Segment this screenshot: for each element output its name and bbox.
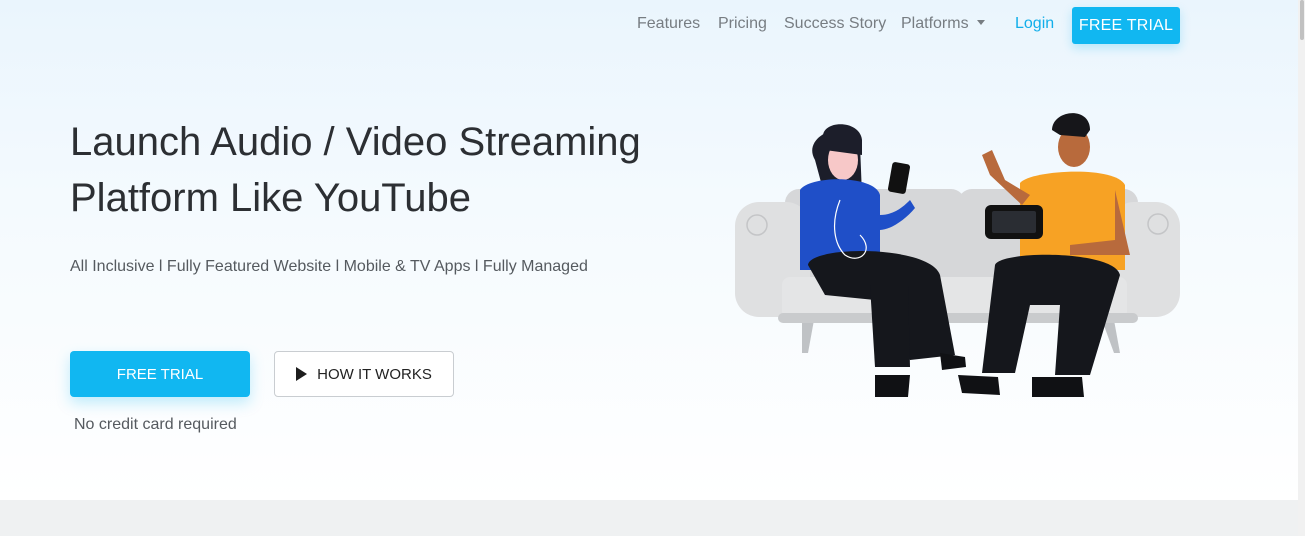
play-icon — [296, 367, 308, 381]
nav-pricing-link[interactable]: Pricing — [718, 14, 767, 34]
how-it-works-button[interactable]: HOW IT WORKS — [274, 351, 454, 397]
headline-line-1: Launch Audio / Video Streaming — [70, 120, 641, 164]
page-scrollbar-thumb[interactable] — [1300, 0, 1304, 40]
couch-illustration — [735, 113, 1180, 397]
nav-login-link[interactable]: Login — [1015, 14, 1054, 34]
how-it-works-label: HOW IT WORKS — [317, 365, 432, 383]
page-headline: Launch Audio / Video Streaming Platform … — [70, 114, 710, 226]
top-navigation: Features Pricing Success Story Platforms… — [0, 0, 1298, 50]
page-scrollbar-track[interactable] — [1298, 0, 1305, 536]
nav-features-link[interactable]: Features — [637, 14, 700, 34]
headline-line-2: Platform Like YouTube — [70, 176, 471, 220]
sofa-leg — [802, 320, 814, 353]
hero-section: Features Pricing Success Story Platforms… — [0, 0, 1298, 500]
nav-success-story-link[interactable]: Success Story — [784, 14, 886, 34]
page-bottom-band — [0, 500, 1298, 536]
feature-subline: All Inclusive l Fully Featured Website l… — [70, 258, 588, 275]
nav-free-trial-button[interactable]: FREE TRIAL — [1072, 7, 1180, 44]
no-credit-card-note: No credit card required — [74, 416, 237, 433]
free-trial-button[interactable]: FREE TRIAL — [70, 351, 250, 397]
nav-platforms-dropdown[interactable]: Platforms — [901, 14, 985, 34]
